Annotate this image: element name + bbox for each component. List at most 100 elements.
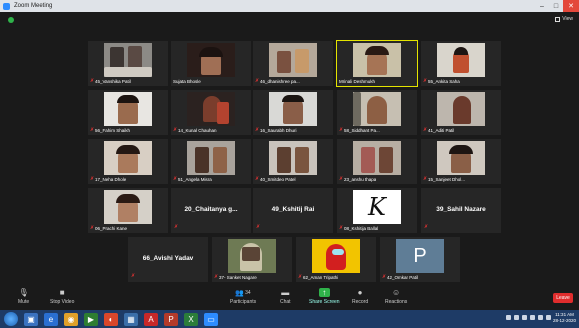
participant-video bbox=[437, 92, 485, 126]
muted-mic-icon: ✗ bbox=[90, 224, 95, 231]
participant-tile-no-video[interactable]: 66_Avishi Yadav ✗ bbox=[128, 237, 208, 282]
participant-video bbox=[187, 92, 235, 126]
participant-tile[interactable]: ✗ 51_Angela Misra bbox=[171, 139, 251, 184]
muted-mic-icon: ✗ bbox=[423, 126, 428, 133]
muted-mic-icon: ✗ bbox=[255, 175, 260, 182]
participants-icon: 👥 34 bbox=[235, 289, 251, 297]
participant-name: 45_Vanshika Patil bbox=[95, 78, 131, 84]
video-camera-icon: ■ bbox=[59, 288, 65, 297]
minimize-button[interactable]: – bbox=[535, 0, 549, 12]
muted-mic-icon: ✗ bbox=[255, 126, 260, 133]
participant-tile[interactable]: P ✗ 42_Omkar Patil bbox=[380, 237, 460, 282]
close-button[interactable]: ✕ bbox=[563, 0, 579, 12]
participant-name: 06_Prachi Kane bbox=[95, 225, 128, 231]
participants-count: 34 bbox=[245, 289, 251, 296]
participant-name: 49_Kshitij Rai bbox=[271, 206, 315, 213]
tray-icon bbox=[522, 315, 527, 320]
participants-button[interactable]: 👥 34 Participants bbox=[230, 288, 256, 306]
participant-video bbox=[269, 92, 317, 126]
participant-video bbox=[104, 141, 152, 175]
participant-video bbox=[187, 43, 235, 77]
pdf-reader-icon[interactable]: A bbox=[144, 312, 158, 326]
muted-mic-icon: ✗ bbox=[173, 126, 178, 133]
participant-tile[interactable]: ✗ 41_Aditi Patil bbox=[421, 90, 501, 135]
share-screen-icon: ↑ bbox=[318, 288, 330, 297]
record-button[interactable]: ● Record bbox=[352, 288, 368, 305]
participant-tile[interactable]: ✗ 58_Siddhant Pa... bbox=[337, 90, 417, 135]
profile-picture bbox=[312, 239, 360, 273]
participant-video bbox=[104, 92, 152, 126]
tray-icon bbox=[506, 315, 511, 320]
participant-tile-no-video[interactable]: 20_Chaitanya g... ✗ bbox=[171, 188, 251, 233]
media-player-icon[interactable]: ▶ bbox=[84, 312, 98, 326]
zoom-taskbar-icon[interactable]: ▭ bbox=[204, 312, 218, 326]
start-button[interactable] bbox=[4, 312, 18, 326]
chat-icon: ▬ bbox=[281, 288, 290, 297]
participant-tile[interactable]: ✗ 17_Neha Dhole bbox=[88, 139, 168, 184]
participant-tile[interactable]: ✗ 55_Ankita Saha bbox=[421, 41, 501, 86]
participant-tile[interactable]: ✗ 14_Kunal Chauhan bbox=[171, 90, 251, 135]
participant-tile[interactable]: ✗ 23_anshu thapa bbox=[337, 139, 417, 184]
muted-mic-icon: ✗ bbox=[255, 77, 260, 84]
chrome-icon[interactable]: ◉ bbox=[64, 312, 78, 326]
participant-name: 40_Smitdeo Patel bbox=[260, 176, 296, 182]
participant-tile[interactable]: ✗ 45_Vanshika Patil bbox=[88, 41, 168, 86]
participant-tile-active-speaker[interactable]: Mrinali Deshmukh bbox=[336, 40, 418, 87]
meeting-toolbar: 🎙 Mute ■ Stop Video 👥 34 Participants ▬ C… bbox=[0, 286, 579, 310]
powerpoint-icon[interactable]: P bbox=[164, 312, 178, 326]
participant-tile[interactable]: ✗ 40_Smitdeo Patel bbox=[253, 139, 333, 184]
participant-video bbox=[437, 43, 485, 77]
participant-tile[interactable]: ✗ 15_Sanjeet Dhol... bbox=[421, 139, 501, 184]
participant-name: 51_Angela Misra bbox=[178, 176, 212, 182]
participant-tile-no-video[interactable]: 39_Sahil Nazare ✗ bbox=[421, 188, 501, 233]
participant-video bbox=[104, 43, 152, 77]
participant-name: 62_Aman Tripathi bbox=[303, 274, 339, 280]
maximize-button[interactable]: □ bbox=[549, 0, 563, 12]
participant-tile[interactable]: K ✗ 08_Kshitija Ballal bbox=[337, 188, 417, 233]
participant-tile[interactable]: ✗ 06_Prachi Kane bbox=[88, 188, 168, 233]
chat-label: Chat bbox=[280, 299, 291, 305]
profile-letter: K bbox=[368, 193, 386, 221]
participant-tile[interactable]: ✗ 56_Fahim Shaikh bbox=[88, 90, 168, 135]
tray-icon bbox=[530, 315, 535, 320]
participant-name: Mrinali Deshmukh bbox=[339, 78, 376, 84]
participant-name: 66_Avishi Yadav bbox=[142, 255, 194, 262]
muted-mic-icon: ✗ bbox=[90, 175, 95, 182]
app-icon[interactable]: ▦ bbox=[124, 312, 138, 326]
windows-taskbar: ▣ e ◉ ▶ ◐ ▦ A P X ▭ 11:31 AM 28-12-2020 bbox=[0, 310, 579, 328]
profile-letter: P bbox=[413, 244, 427, 267]
grid-view-icon bbox=[555, 16, 561, 22]
reactions-button[interactable]: ☺ Reactions bbox=[385, 288, 407, 305]
mute-button[interactable]: 🎙 Mute bbox=[18, 288, 29, 305]
taskbar-clock[interactable]: 11:31 AM 28-12-2020 bbox=[553, 312, 576, 324]
security-shield-icon[interactable] bbox=[8, 17, 14, 23]
participant-name: 08_Kshitija Ballal bbox=[344, 225, 379, 231]
view-button[interactable]: View bbox=[555, 16, 573, 22]
muted-mic-icon: ✗ bbox=[423, 175, 428, 182]
participant-tile[interactable]: ✗ 62_Aman Tripathi bbox=[296, 237, 376, 282]
stop-video-button[interactable]: ■ Stop Video bbox=[50, 288, 74, 305]
internet-explorer-icon[interactable]: e bbox=[44, 312, 58, 326]
share-screen-button[interactable]: ↑ Share Screen bbox=[309, 288, 340, 305]
participant-video bbox=[104, 190, 152, 224]
participant-video bbox=[353, 141, 401, 175]
firefox-icon[interactable]: ◐ bbox=[104, 312, 118, 326]
muted-mic-icon: ✗ bbox=[214, 273, 219, 280]
participant-video bbox=[187, 141, 235, 175]
stop-video-label: Stop Video bbox=[50, 299, 75, 305]
file-explorer-icon[interactable]: ▣ bbox=[24, 312, 38, 326]
participant-tile[interactable]: Sujata Bhosle bbox=[171, 41, 251, 86]
participant-tile[interactable]: ✗ 46_dhanishree pa... bbox=[253, 41, 333, 86]
microphone-icon: 🎙 bbox=[18, 288, 29, 297]
participant-tile[interactable]: ✗ 37- Sanket Nagare bbox=[212, 237, 292, 282]
system-tray[interactable] bbox=[506, 315, 551, 320]
share-screen-label: Share Screen bbox=[309, 299, 340, 305]
participant-tile[interactable]: ✗ 16_Saurabh Dhuri bbox=[253, 90, 333, 135]
chat-button[interactable]: ▬ Chat bbox=[280, 288, 291, 305]
record-icon: ● bbox=[357, 288, 363, 297]
leave-button[interactable]: Leave bbox=[553, 293, 573, 303]
zoom-logo-icon bbox=[3, 2, 10, 10]
excel-icon[interactable]: X bbox=[184, 312, 198, 326]
participant-tile-no-video[interactable]: 49_Kshitij Rai ✗ bbox=[253, 188, 333, 233]
reactions-label: Reactions bbox=[385, 299, 408, 305]
